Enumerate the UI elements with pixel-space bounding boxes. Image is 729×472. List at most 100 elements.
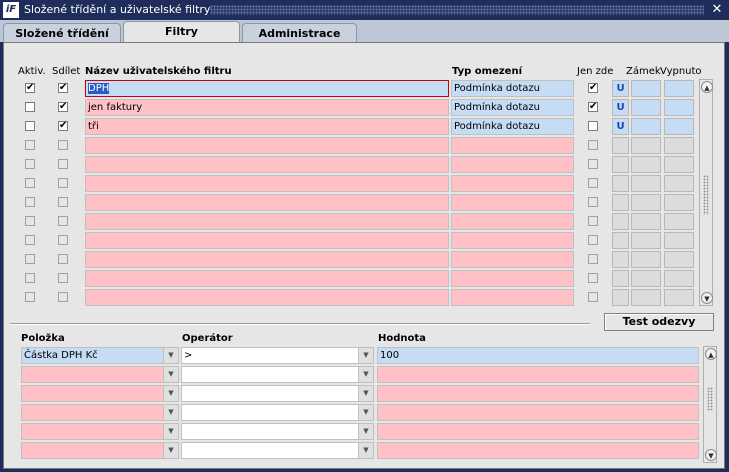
polozka-combo[interactable]: ▼: [21, 385, 179, 402]
vypnuto-field[interactable]: [664, 99, 694, 116]
aktiv-checkbox[interactable]: [25, 121, 35, 131]
zamek-field[interactable]: [631, 270, 661, 287]
polozka-combo[interactable]: ▼: [21, 404, 179, 421]
scroll-down-icon[interactable]: ▼: [705, 449, 717, 461]
filter-name-field[interactable]: [85, 194, 449, 211]
u-button[interactable]: [612, 156, 629, 173]
hodnota-field[interactable]: 100: [377, 347, 699, 364]
u-button[interactable]: [612, 194, 629, 211]
zamek-field[interactable]: [631, 213, 661, 230]
sdilet-checkbox[interactable]: [58, 254, 68, 264]
typ-omezeni-field[interactable]: [451, 156, 574, 173]
sdilet-checkbox[interactable]: [58, 140, 68, 150]
sdilet-checkbox[interactable]: [58, 178, 68, 188]
chevron-down-icon[interactable]: ▼: [358, 443, 373, 458]
scroll-grip[interactable]: [707, 387, 713, 411]
chevron-down-icon[interactable]: ▼: [358, 348, 373, 363]
jen-zde-checkbox[interactable]: ✔: [588, 102, 598, 112]
zamek-field[interactable]: [631, 156, 661, 173]
chevron-down-icon[interactable]: ▼: [358, 424, 373, 439]
vypnuto-field[interactable]: [664, 118, 694, 135]
vypnuto-field[interactable]: [664, 232, 694, 249]
sdilet-checkbox[interactable]: [58, 216, 68, 226]
typ-omezeni-field[interactable]: [451, 213, 574, 230]
typ-omezeni-field[interactable]: Podmínka dotazu: [451, 99, 574, 116]
vypnuto-field[interactable]: [664, 194, 694, 211]
typ-omezeni-field[interactable]: [451, 137, 574, 154]
vypnuto-field[interactable]: [664, 156, 694, 173]
test-odezvy-button[interactable]: Test odezvy: [604, 313, 714, 331]
filter-name-field[interactable]: [85, 137, 449, 154]
scroll-up-icon[interactable]: ▲: [705, 348, 717, 360]
aktiv-checkbox[interactable]: ✔: [25, 83, 35, 93]
filter-name-field[interactable]: tři: [85, 118, 449, 135]
operator-combo[interactable]: ▼: [181, 442, 374, 459]
chevron-down-icon[interactable]: ▼: [163, 405, 178, 420]
operator-combo[interactable]: > ▼: [181, 347, 374, 364]
u-button[interactable]: U: [612, 99, 629, 116]
vypnuto-field[interactable]: [664, 175, 694, 192]
typ-omezeni-field[interactable]: [451, 175, 574, 192]
jen-zde-checkbox[interactable]: [588, 159, 598, 169]
vypnuto-field[interactable]: [664, 270, 694, 287]
filter-name-field[interactable]: [85, 270, 449, 287]
zamek-field[interactable]: [631, 232, 661, 249]
filter-name-field[interactable]: [85, 213, 449, 230]
typ-omezeni-field[interactable]: [451, 232, 574, 249]
chevron-down-icon[interactable]: ▼: [163, 443, 178, 458]
sdilet-checkbox[interactable]: ✔: [58, 121, 68, 131]
jen-zde-checkbox[interactable]: [588, 273, 598, 283]
jen-zde-checkbox[interactable]: ✔: [588, 83, 598, 93]
zamek-field[interactable]: [631, 251, 661, 268]
zamek-field[interactable]: [631, 80, 661, 97]
vypnuto-field[interactable]: [664, 80, 694, 97]
scroll-up-icon[interactable]: ▲: [701, 81, 713, 93]
filter-name-field[interactable]: [85, 156, 449, 173]
jen-zde-checkbox[interactable]: [588, 178, 598, 188]
operator-combo[interactable]: ▼: [181, 385, 374, 402]
aktiv-checkbox[interactable]: [25, 102, 35, 112]
tab-filtry[interactable]: Filtry: [123, 21, 240, 43]
u-button[interactable]: [612, 232, 629, 249]
u-button[interactable]: [612, 289, 629, 306]
u-button[interactable]: [612, 270, 629, 287]
chevron-down-icon[interactable]: ▼: [358, 386, 373, 401]
u-button[interactable]: [612, 137, 629, 154]
jen-zde-checkbox[interactable]: [588, 216, 598, 226]
polozka-combo[interactable]: Částka DPH Kč ▼: [21, 347, 179, 364]
u-button[interactable]: [612, 213, 629, 230]
sdilet-checkbox[interactable]: [58, 273, 68, 283]
typ-omezeni-field[interactable]: [451, 270, 574, 287]
conditions-scrollbar[interactable]: ▲ ▼: [703, 346, 717, 463]
typ-omezeni-field[interactable]: [451, 289, 574, 306]
title-grip[interactable]: [210, 5, 704, 15]
scroll-grip[interactable]: [703, 175, 709, 215]
close-icon[interactable]: ✕: [709, 2, 725, 18]
sdilet-checkbox[interactable]: [58, 292, 68, 302]
jen-zde-checkbox[interactable]: [588, 121, 598, 131]
u-button[interactable]: U: [612, 80, 629, 97]
operator-combo[interactable]: ▼: [181, 366, 374, 383]
vypnuto-field[interactable]: [664, 213, 694, 230]
polozka-combo[interactable]: ▼: [21, 423, 179, 440]
operator-combo[interactable]: ▼: [181, 404, 374, 421]
zamek-field[interactable]: [631, 289, 661, 306]
sdilet-checkbox[interactable]: ✔: [58, 83, 68, 93]
zamek-field[interactable]: [631, 137, 661, 154]
aktiv-checkbox[interactable]: [25, 254, 35, 264]
vypnuto-field[interactable]: [664, 137, 694, 154]
hodnota-field[interactable]: [377, 366, 699, 383]
u-button[interactable]: U: [612, 118, 629, 135]
jen-zde-checkbox[interactable]: [588, 254, 598, 264]
polozka-combo[interactable]: ▼: [21, 366, 179, 383]
u-button[interactable]: [612, 251, 629, 268]
operator-combo[interactable]: ▼: [181, 423, 374, 440]
hodnota-field[interactable]: [377, 404, 699, 421]
zamek-field[interactable]: [631, 118, 661, 135]
polozka-combo[interactable]: ▼: [21, 442, 179, 459]
chevron-down-icon[interactable]: ▼: [358, 367, 373, 382]
filter-name-field[interactable]: jen faktury: [85, 99, 449, 116]
chevron-down-icon[interactable]: ▼: [358, 405, 373, 420]
jen-zde-checkbox[interactable]: [588, 197, 598, 207]
aktiv-checkbox[interactable]: [25, 235, 35, 245]
